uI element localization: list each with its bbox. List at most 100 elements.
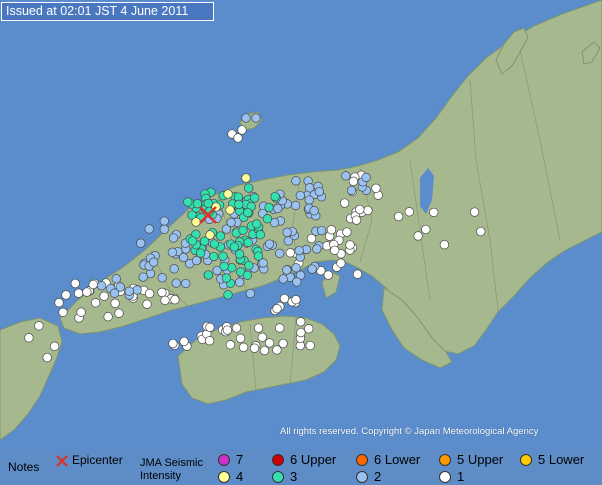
map-canvas bbox=[0, 0, 602, 450]
legend-scale-title-line2: Intensity bbox=[140, 470, 181, 482]
observation-point bbox=[314, 186, 324, 197]
observation-point bbox=[221, 273, 232, 283]
copyright-credit: All rights reserved. Copyright © Japan M… bbox=[280, 426, 539, 437]
legend-label-7: 7 bbox=[236, 452, 244, 467]
observation-point bbox=[58, 307, 68, 317]
observation-point bbox=[241, 113, 251, 123]
observation-point bbox=[252, 219, 262, 229]
observation-point bbox=[114, 308, 124, 318]
legend-label-6-upper: 6 Upper bbox=[290, 452, 337, 467]
observation-point bbox=[99, 291, 109, 301]
observation-point bbox=[159, 216, 169, 226]
observation-point bbox=[393, 211, 404, 222]
observation-point bbox=[404, 207, 414, 217]
observation-point bbox=[235, 333, 246, 343]
observation-point bbox=[82, 287, 92, 297]
observation-point bbox=[255, 230, 265, 240]
observation-point bbox=[234, 249, 245, 259]
observation-point bbox=[215, 231, 226, 241]
observation-point bbox=[42, 352, 52, 363]
observation-point bbox=[157, 273, 167, 283]
observation-point bbox=[238, 225, 248, 235]
epicenter-legend-icon bbox=[56, 455, 68, 467]
observation-point bbox=[241, 173, 251, 183]
observation-point bbox=[168, 233, 179, 243]
swatch-intensity-2 bbox=[356, 471, 368, 483]
observation-point bbox=[103, 312, 113, 322]
observation-point bbox=[291, 176, 301, 186]
observation-point bbox=[296, 317, 306, 327]
observation-point bbox=[294, 245, 304, 256]
observation-point bbox=[209, 239, 220, 249]
observation-point bbox=[413, 231, 423, 241]
observation-point bbox=[346, 185, 357, 196]
observation-point bbox=[226, 217, 236, 228]
observation-point bbox=[124, 286, 134, 296]
observation-point bbox=[76, 307, 86, 317]
observation-point bbox=[234, 199, 244, 210]
observation-point bbox=[204, 336, 215, 346]
observation-point bbox=[90, 298, 101, 308]
observation-point bbox=[49, 341, 60, 351]
observation-point bbox=[291, 263, 301, 273]
observation-point bbox=[171, 278, 181, 288]
observation-point bbox=[348, 176, 359, 186]
observation-point bbox=[295, 190, 305, 201]
observation-point bbox=[159, 224, 169, 234]
observation-point bbox=[209, 251, 219, 262]
observation-point bbox=[61, 290, 71, 300]
observation-point bbox=[219, 261, 229, 271]
observation-point bbox=[253, 251, 264, 261]
observation-point bbox=[109, 288, 120, 298]
observation-point bbox=[469, 207, 480, 217]
observation-point bbox=[167, 247, 178, 257]
legend-label-1: 1 bbox=[457, 469, 465, 484]
observation-point bbox=[168, 338, 178, 349]
legend-label-4: 4 bbox=[236, 469, 244, 484]
observation-point bbox=[330, 245, 340, 255]
legend-bar: Notes Epicenter JMA Seismic Intensity 7 … bbox=[0, 450, 602, 485]
observation-point bbox=[205, 322, 215, 332]
observation-point bbox=[291, 200, 301, 211]
observation-point bbox=[157, 287, 167, 298]
observation-point bbox=[249, 343, 260, 353]
seismic-intensity-map-view: Issued at 02:01 JST 4 June 2011 All righ… bbox=[0, 0, 602, 485]
observation-point bbox=[272, 304, 282, 314]
observation-point bbox=[138, 272, 148, 282]
observation-point bbox=[237, 125, 247, 135]
observation-point bbox=[169, 264, 179, 274]
observation-point bbox=[136, 238, 146, 248]
observation-point bbox=[235, 277, 245, 287]
observation-point bbox=[170, 295, 180, 305]
observation-point bbox=[275, 323, 285, 333]
observation-point bbox=[270, 191, 280, 202]
observation-point bbox=[34, 321, 44, 331]
observation-point bbox=[244, 260, 254, 271]
legend-scale-title-line1: JMA Seismic bbox=[140, 457, 203, 469]
swatch-intensity-5-upper bbox=[439, 454, 451, 466]
observation-point bbox=[264, 239, 275, 249]
observation-point bbox=[251, 113, 261, 123]
observation-point bbox=[253, 323, 264, 333]
observation-point bbox=[316, 225, 327, 236]
observation-point bbox=[231, 323, 242, 333]
observation-point bbox=[355, 204, 365, 215]
observation-point bbox=[142, 299, 152, 309]
observation-point bbox=[304, 195, 314, 205]
observation-point bbox=[352, 269, 363, 279]
observation-point bbox=[243, 237, 253, 248]
observation-point bbox=[476, 226, 486, 237]
observation-point bbox=[218, 251, 228, 261]
observation-point bbox=[304, 324, 314, 334]
observation-point bbox=[351, 215, 362, 225]
legend-epicenter-label: Epicenter bbox=[72, 453, 123, 467]
observation-point bbox=[160, 295, 170, 305]
observation-point bbox=[283, 236, 293, 246]
observation-point bbox=[361, 172, 371, 183]
observation-point bbox=[88, 279, 98, 290]
observation-point bbox=[203, 270, 214, 280]
swatch-intensity-6-lower bbox=[356, 454, 368, 466]
observation-point bbox=[341, 171, 351, 181]
observation-point bbox=[227, 263, 237, 273]
legend-label-2: 2 bbox=[374, 469, 382, 484]
